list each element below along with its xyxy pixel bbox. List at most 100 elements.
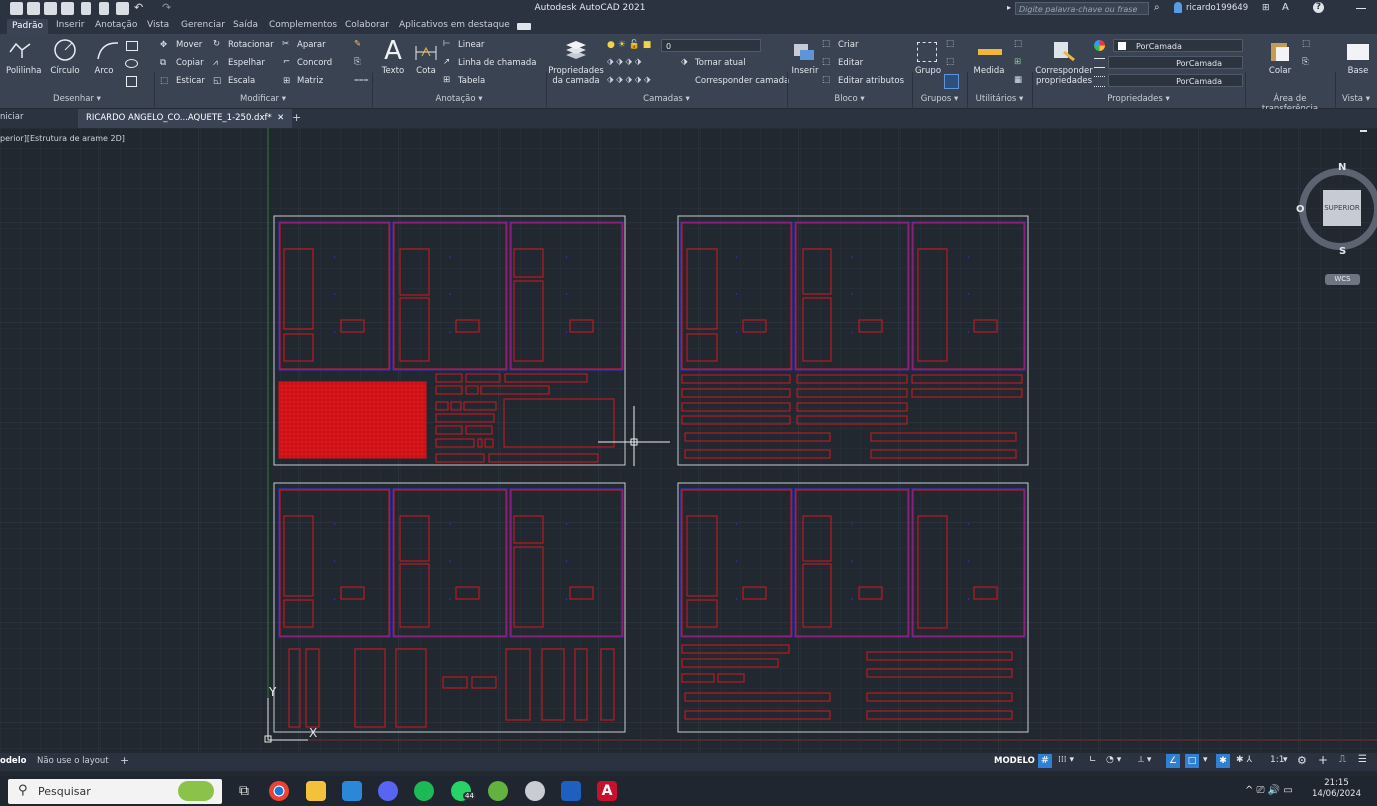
count-icon[interactable]: ⊞: [1014, 57, 1021, 67]
block-panel-title[interactable]: Bloco ▾: [787, 94, 912, 104]
model-tab[interactable]: odelo: [0, 756, 26, 766]
layer-dropdown[interactable]: 0: [661, 39, 761, 52]
ortho-icon[interactable]: ∟: [1089, 755, 1097, 765]
mail-icon[interactable]: [342, 781, 362, 801]
isodraft-icon[interactable]: ⟂ ▾: [1138, 755, 1151, 765]
scale-menu-icon[interactable]: ▾: [1283, 755, 1288, 765]
units-icon[interactable]: ⎍: [1339, 754, 1346, 765]
autocad-icon[interactable]: A: [597, 781, 617, 801]
linear-button[interactable]: Linear: [458, 40, 484, 50]
viewport-controls[interactable]: perior][Estrutura de arame 2D]: [0, 134, 125, 143]
edit-attributes-button[interactable]: Editar atributos: [838, 76, 904, 86]
annotation-monitor-icon[interactable]: +: [1318, 753, 1328, 767]
leader-button[interactable]: Linha de chamada: [458, 58, 536, 68]
calculator-icon[interactable]: ▦: [1014, 75, 1022, 85]
user-name[interactable]: ricardo199649: [1186, 3, 1248, 13]
redo-icon[interactable]: ↷: [162, 2, 175, 15]
group-edit-icon[interactable]: ⬚: [946, 57, 954, 67]
lineweight-dropdown[interactable]: PorCamada: [1108, 74, 1243, 87]
app-icon[interactable]: [525, 781, 545, 801]
circle-button[interactable]: Círculo: [50, 66, 80, 76]
account-icon[interactable]: A: [1282, 2, 1289, 13]
tab-options-icon[interactable]: [517, 23, 531, 30]
rectangle-icon[interactable]: [126, 41, 138, 51]
taskbar-search[interactable]: ⚲ Pesquisar: [8, 779, 222, 804]
layer-properties-button[interactable]: Propriedades da camada: [548, 66, 604, 86]
print-icon[interactable]: [116, 2, 129, 15]
workspace-gear-icon[interactable]: ⚙: [1297, 754, 1307, 767]
object-track-icon[interactable]: ∠: [1166, 754, 1180, 768]
rotate-button[interactable]: Rotacionar: [228, 40, 274, 50]
undo-icon[interactable]: ↶: [134, 2, 147, 15]
viewcube-south[interactable]: S: [1339, 246, 1346, 257]
tab-saida[interactable]: Saída: [233, 20, 258, 30]
utorrent-icon[interactable]: [488, 781, 508, 801]
layer-tools-icons-1[interactable]: ⬗ ⬗ ⬗ ⬗: [607, 57, 641, 67]
close-tab-icon[interactable]: ✕: [277, 113, 284, 123]
match-layer-button[interactable]: Corresponder camada: [695, 76, 789, 86]
viewport-minimize-icon[interactable]: [1360, 130, 1367, 132]
ellipse-icon[interactable]: [125, 59, 138, 68]
layer-tools-icons-2[interactable]: ⬗ ⬗ ⬗ ⬗ ⬗: [607, 75, 651, 85]
tab-anotacao[interactable]: Anotação: [95, 20, 137, 30]
polar-icon[interactable]: ◔ ▾: [1106, 755, 1121, 765]
modify-panel-title[interactable]: Modificar ▾: [154, 94, 372, 104]
cut-icon[interactable]: ⬚: [1302, 39, 1310, 49]
snap-icon[interactable]: ⁞⁞⁞ ▾: [1058, 755, 1074, 765]
tab-vista[interactable]: Vista: [147, 20, 169, 30]
linetype-dropdown[interactable]: PorCamada: [1108, 56, 1243, 69]
task-view-icon[interactable]: ⧉: [234, 781, 254, 801]
file-explorer-icon[interactable]: [306, 781, 326, 801]
text-button[interactable]: Texto: [378, 66, 408, 76]
hatch-icon[interactable]: [126, 76, 137, 87]
edit-block-button[interactable]: Editar: [838, 58, 863, 68]
viewcube-north[interactable]: N: [1338, 162, 1346, 173]
array-button[interactable]: Matriz: [297, 76, 323, 86]
customize-icon[interactable]: ☰: [1358, 754, 1367, 765]
search-input[interactable]: Digite palavra-chave ou frase: [1015, 2, 1149, 15]
group-select-icon[interactable]: [944, 74, 959, 89]
search-icon[interactable]: ⌕: [1154, 2, 1160, 13]
move-button[interactable]: Mover: [176, 40, 202, 50]
scale-button[interactable]: Escala: [228, 76, 255, 86]
tab-gerenciar[interactable]: Gerenciar: [181, 20, 225, 30]
viewcube-west[interactable]: O: [1296, 204, 1305, 215]
mirror-button[interactable]: Espelhar: [228, 58, 265, 68]
active-document-tab[interactable]: RICARDO ANGELO_CO...AQUETE_1-250.dxf* ✕: [78, 109, 293, 128]
system-tray-icons[interactable]: ^ ⎚ 🔊 ▭: [1245, 785, 1293, 796]
dimension-button[interactable]: Cota: [413, 66, 439, 76]
help-icon[interactable]: ?: [1313, 2, 1324, 13]
minimize-icon[interactable]: [1356, 8, 1366, 9]
group-button[interactable]: Grupo: [913, 66, 943, 76]
osnap-icon[interactable]: □: [1185, 754, 1199, 768]
stretch-button[interactable]: Esticar: [176, 76, 205, 86]
copy-button[interactable]: Copiar: [176, 58, 204, 68]
chrome-icon[interactable]: [269, 781, 289, 801]
tab-colaborar[interactable]: Colaborar: [345, 20, 389, 30]
view-panel-title[interactable]: Vista ▾: [1335, 94, 1377, 104]
base-button[interactable]: Base: [1343, 66, 1373, 76]
auto-scale-icon[interactable]: ✱ ⅄: [1236, 755, 1252, 765]
tab-inserir[interactable]: Inserir: [56, 20, 85, 30]
color-dropdown[interactable]: PorCamada: [1113, 39, 1243, 52]
properties-panel-title[interactable]: Propriedades ▾: [1032, 94, 1245, 104]
discord-icon[interactable]: [378, 781, 398, 801]
tab-complementos[interactable]: Complementos: [269, 20, 337, 30]
save-icon[interactable]: [44, 2, 57, 15]
grid-toggle-icon[interactable]: #: [1038, 754, 1052, 768]
insert-button[interactable]: Inserir: [790, 66, 820, 76]
fillet-button[interactable]: Concord: [297, 58, 332, 68]
tab-padrao[interactable]: Padrão: [7, 19, 48, 34]
measure-button[interactable]: Medida: [970, 66, 1008, 76]
utilities-panel-title[interactable]: Utilitários ▾: [967, 94, 1032, 104]
polyline-button[interactable]: Polilinha: [6, 66, 41, 76]
new-tab-button[interactable]: +: [292, 111, 301, 124]
paste-button[interactable]: Colar: [1264, 66, 1296, 76]
cart-icon[interactable]: ⊞: [1262, 3, 1270, 13]
annotation-visibility-icon[interactable]: ✱: [1216, 754, 1230, 768]
make-current-button[interactable]: Tornar atual: [695, 58, 746, 68]
create-block-button[interactable]: Criar: [838, 40, 859, 50]
layers-panel-title[interactable]: Camadas ▾: [546, 94, 787, 104]
wcs-menu[interactable]: WCS: [1325, 274, 1360, 285]
tab-aplicativos[interactable]: Aplicativos em destaque: [399, 20, 510, 30]
